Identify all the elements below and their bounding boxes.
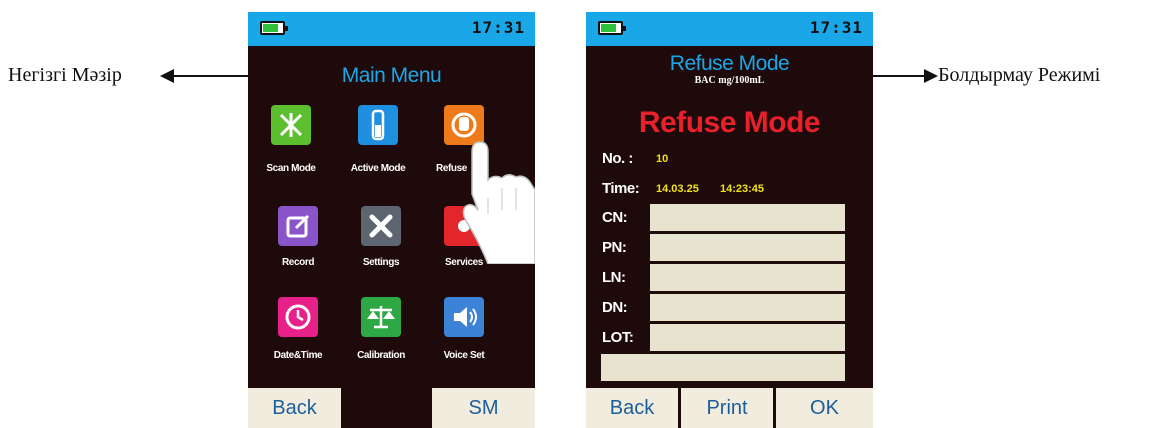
pointing-hand-icon (462, 141, 535, 264)
scan-mode-label: Scan Mode (266, 163, 316, 174)
main-menu-screen: 17:31 Main Menu Scan Mode Active Mode Re… (248, 12, 535, 428)
date-time-button[interactable] (278, 297, 318, 337)
ln-label: LN: (602, 269, 626, 286)
pn-label: PN: (602, 239, 627, 256)
ok-button[interactable]: OK (776, 388, 873, 428)
calibration-label: Calibration (357, 350, 405, 361)
cn-field[interactable] (650, 204, 845, 231)
battery-icon (598, 21, 626, 35)
page-title: Refuse Mode (669, 52, 790, 75)
date-value: 14.03.25 (656, 183, 699, 195)
settings-label: Settings (362, 257, 400, 268)
calibration-button[interactable] (361, 297, 401, 337)
tube-icon (371, 109, 385, 141)
time-label: Time: (602, 180, 640, 197)
back-button[interactable]: Back (248, 388, 341, 428)
softkey-bar: Back SM (248, 388, 535, 428)
edit-icon (286, 214, 310, 238)
scan-icon (279, 113, 303, 137)
print-button[interactable]: Print (681, 388, 773, 428)
lot-field[interactable] (650, 324, 845, 351)
date-time-label: Date&Time (273, 350, 323, 361)
number-value: 10 (656, 153, 669, 165)
refuse-mode-annotation: Болдырмау Режимі (938, 64, 1101, 86)
scan-mode-button[interactable] (271, 105, 311, 145)
active-mode-button[interactable] (358, 105, 398, 145)
record-button[interactable] (278, 206, 318, 246)
clock-icon (285, 304, 311, 330)
dn-field[interactable] (650, 294, 845, 321)
refuse-mode-screen: 17:31 Refuse Mode BAC mg/100mL Refuse Mo… (586, 12, 873, 428)
status-bar: 17:31 (586, 12, 873, 46)
status-time: 17:31 (809, 18, 863, 37)
voice-set-label: Voice Set (443, 350, 485, 361)
battery-icon (260, 21, 288, 35)
pn-field[interactable] (650, 234, 845, 261)
voice-set-button[interactable] (444, 297, 484, 337)
record-label: Record (281, 257, 315, 268)
speaker-icon (454, 307, 477, 327)
settings-button[interactable] (361, 206, 401, 246)
refuse-mode-heading: Refuse Mode (638, 106, 821, 139)
softkey-bar: Back Print OK (586, 388, 873, 428)
unit-subtitle: BAC mg/100mL (694, 75, 765, 86)
status-time: 17:31 (471, 18, 525, 37)
time-value: 14:23:45 (720, 183, 765, 195)
active-mode-label: Active Mode (350, 163, 406, 174)
page-title: Main Menu (341, 64, 442, 87)
back-button[interactable]: Back (586, 388, 678, 428)
main-menu-annotation: Негізгі Мәзір (8, 64, 122, 86)
number-label: No. : (602, 150, 633, 167)
sm-button[interactable]: SM (432, 388, 535, 428)
tools-icon (369, 214, 393, 238)
dn-label: DN: (602, 299, 628, 316)
cn-label: CN: (602, 209, 628, 226)
ln-field[interactable] (650, 264, 845, 291)
status-bar: 17:31 (248, 12, 535, 46)
lot-label: LOT: (602, 329, 634, 346)
scale-icon (367, 306, 395, 329)
left-arrow-icon (160, 69, 250, 83)
extra-field[interactable] (601, 354, 845, 381)
